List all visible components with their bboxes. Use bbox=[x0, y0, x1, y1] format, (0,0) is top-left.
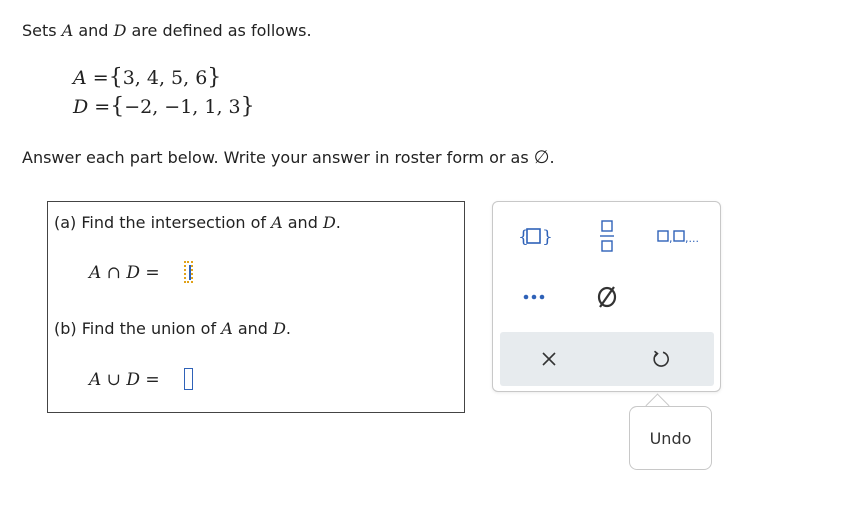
fraction-button[interactable] bbox=[577, 214, 637, 258]
part-a-label: (a) Find the intersection of A and D. bbox=[54, 213, 341, 232]
close-brace: } bbox=[240, 94, 255, 119]
union-operator: ∪ bbox=[106, 370, 121, 390]
ellipsis-icon bbox=[523, 294, 545, 300]
undo-tooltip: Undo bbox=[629, 406, 712, 470]
part-a-answer-input[interactable] bbox=[184, 261, 193, 283]
part-a-prompt: (a) Find the intersection of bbox=[54, 213, 266, 232]
empty-set-icon bbox=[597, 286, 617, 308]
question-box: (a) Find the intersection of A and D. A … bbox=[47, 201, 465, 413]
expr-left: A bbox=[89, 263, 102, 283]
intro-set-d: D bbox=[113, 21, 127, 40]
expr-left: A bbox=[89, 370, 102, 390]
close-brace: } bbox=[207, 65, 222, 90]
undo-icon bbox=[653, 350, 669, 367]
intersection-operator: ∩ bbox=[106, 263, 121, 283]
expr-equals: = bbox=[145, 263, 160, 283]
ellipsis-button[interactable] bbox=[504, 275, 564, 319]
clear-icon bbox=[542, 352, 556, 366]
set-braces-icon: { } bbox=[518, 227, 551, 247]
set-name: A bbox=[73, 67, 87, 89]
part-b-answer-input[interactable] bbox=[184, 368, 193, 390]
expr-equals: = bbox=[145, 370, 160, 390]
clear-button[interactable] bbox=[519, 337, 579, 381]
equals-sign: = bbox=[92, 67, 109, 89]
set-elements: −2, −1, 1, 3 bbox=[124, 96, 241, 118]
part-b-and: and bbox=[237, 319, 268, 338]
part-b-set2: D bbox=[273, 319, 286, 338]
instructions-text: Answer each part below. Write your answe… bbox=[22, 148, 529, 167]
svg-text:}: } bbox=[542, 227, 551, 247]
intro-text: Sets A and D are defined as follows. bbox=[22, 21, 312, 40]
palette-action-bar bbox=[500, 332, 714, 386]
part-b-expression: A ∪ D = bbox=[89, 370, 160, 390]
text-caret bbox=[189, 265, 191, 280]
intro-conj: and bbox=[78, 21, 109, 40]
list-icon: , ,... bbox=[657, 230, 699, 244]
expr-right: D bbox=[126, 370, 140, 390]
part-b-period: . bbox=[285, 319, 291, 338]
set-name: D bbox=[73, 96, 89, 118]
set-braces-button[interactable]: { } bbox=[504, 214, 564, 258]
instructions-period: . bbox=[549, 148, 555, 167]
expr-right: D bbox=[126, 263, 140, 283]
math-palette: { } , ,... bbox=[492, 201, 721, 392]
equals-sign: = bbox=[94, 96, 111, 118]
part-a-set2: D bbox=[322, 213, 336, 232]
intro-suffix: are defined as follows. bbox=[131, 21, 312, 40]
undo-button[interactable] bbox=[631, 337, 691, 381]
set-definition-a: A ={3, 4, 5, 6} bbox=[73, 65, 221, 90]
open-brace: { bbox=[110, 94, 125, 119]
instructions: Answer each part below. Write your answe… bbox=[22, 147, 555, 168]
fraction-icon bbox=[600, 220, 614, 252]
empty-set-button[interactable] bbox=[577, 275, 637, 319]
part-a-and: and bbox=[287, 213, 318, 232]
tooltip-text: Undo bbox=[649, 428, 692, 448]
part-a-period: . bbox=[335, 213, 341, 232]
intro-prefix: Sets bbox=[22, 21, 57, 40]
list-button[interactable]: , ,... bbox=[650, 214, 710, 258]
part-b-prompt: (b) Find the union of bbox=[54, 319, 217, 338]
set-elements: 3, 4, 5, 6 bbox=[122, 67, 208, 89]
svg-text:,: , bbox=[669, 232, 673, 244]
set-definition-d: D ={−2, −1, 1, 3} bbox=[73, 94, 255, 119]
part-a-set1: A bbox=[271, 213, 283, 232]
intro-set-a: A bbox=[61, 21, 74, 40]
part-a-expression: A ∩ D = bbox=[89, 263, 160, 283]
part-b-label: (b) Find the union of A and D. bbox=[54, 319, 291, 338]
svg-text:,...: ,... bbox=[685, 232, 699, 244]
part-b-set1: A bbox=[221, 319, 233, 338]
open-brace: { bbox=[108, 65, 123, 90]
empty-set-symbol: ∅ bbox=[533, 147, 550, 168]
